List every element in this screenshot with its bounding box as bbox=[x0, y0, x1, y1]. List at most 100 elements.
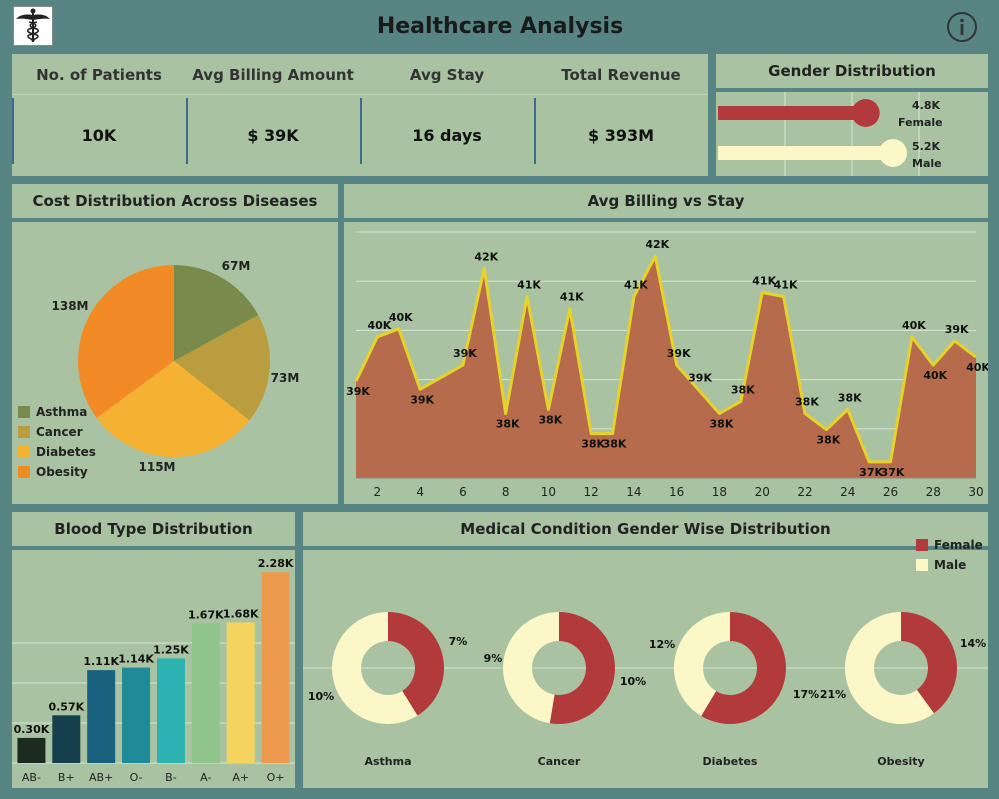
area-fill bbox=[356, 256, 976, 478]
bar-A+ bbox=[226, 622, 255, 763]
data-label: 41K bbox=[517, 279, 541, 292]
pie-label: 67M bbox=[222, 259, 251, 273]
x-tick-label: 22 bbox=[797, 485, 812, 499]
bar-O+ bbox=[261, 572, 290, 763]
x-tick-label: 28 bbox=[926, 485, 941, 499]
x-tick-label: 6 bbox=[459, 485, 467, 499]
billing-vs-stay-title: Avg Billing vs Stay bbox=[344, 184, 988, 218]
legend-label: Diabetes bbox=[36, 445, 96, 459]
kpi-label-stay: Avg Stay bbox=[409, 66, 485, 84]
legend-swatch bbox=[18, 406, 30, 418]
kpi-label-revenue: Total Revenue bbox=[561, 66, 681, 84]
male-percent-label: 9% bbox=[484, 652, 503, 665]
legend-swatch bbox=[916, 539, 928, 551]
legend-item-female: Female bbox=[916, 538, 983, 552]
bar-value-label: 1.67K bbox=[188, 608, 224, 621]
page-title: Healthcare Analysis bbox=[376, 14, 624, 39]
bar-value-label: 1.68K bbox=[223, 607, 259, 620]
male-percent-label: 10% bbox=[308, 690, 334, 703]
legend-swatch bbox=[18, 446, 30, 458]
medical-donut-charts: Asthma 7% 10% Cancer 10% 9% Diabetes 17% 12% Obes… bbox=[303, 612, 988, 768]
female-percent-label: 14% bbox=[960, 637, 986, 650]
gender-chart: 4.8K Female 5.2K Male bbox=[718, 92, 943, 176]
blood-type-panel: 0.30K AB- 0.57K B+ 1.11K AB+ 1.14K O- 1.25K B- 1.6… bbox=[12, 550, 295, 788]
data-label: 38K bbox=[496, 417, 520, 430]
female-count: 4.8K bbox=[912, 99, 940, 112]
kpi-value-billing: $ 39K bbox=[247, 126, 299, 145]
legend-item-male: Male bbox=[916, 558, 966, 572]
data-label: 39K bbox=[410, 393, 434, 406]
legend-item-obesity: Obesity bbox=[18, 465, 88, 479]
data-label: 39K bbox=[346, 385, 370, 398]
data-label: 39K bbox=[688, 371, 712, 384]
data-label: 40K bbox=[389, 311, 413, 324]
kpi-panel: No. of Patients Avg Billing Amount Avg S… bbox=[12, 54, 708, 176]
data-label: 40K bbox=[966, 361, 988, 374]
blood-type-title: Blood Type Distribution bbox=[12, 512, 295, 546]
data-label: 40K bbox=[923, 369, 947, 382]
legend-label: Obesity bbox=[36, 465, 88, 479]
legend-item-asthma: Asthma bbox=[18, 405, 87, 419]
bar-A- bbox=[191, 623, 220, 763]
data-label: 37K bbox=[881, 466, 905, 479]
male-bar bbox=[718, 146, 893, 160]
gender-distribution-panel: 4.8K Female 5.2K Male bbox=[716, 92, 988, 176]
legend-label: Male bbox=[934, 558, 967, 572]
kpi-label-patients: No. of Patients bbox=[36, 66, 162, 84]
x-tick-label: 26 bbox=[883, 485, 898, 499]
legend-item-cancer: Cancer bbox=[18, 425, 83, 439]
medical-condition-title: Medical Condition Gender Wise Distributi… bbox=[303, 512, 988, 546]
x-tick-label: 18 bbox=[712, 485, 727, 499]
medical-condition-panel: Asthma 7% 10% Cancer 10% 9% Diabetes 17% 12% Obes… bbox=[303, 538, 988, 788]
billing-area-chart: 2 4 6 8 10 12 14 16 18 20 22 24 26 28 3039K40K40K39K39… bbox=[346, 231, 990, 499]
legend-swatch bbox=[18, 426, 30, 438]
x-tick-label: 2 bbox=[374, 485, 382, 499]
info-icon bbox=[947, 12, 977, 42]
bar-category-label: A- bbox=[200, 771, 211, 784]
data-label: 38K bbox=[603, 438, 627, 451]
pie-label: 115M bbox=[139, 460, 176, 474]
x-tick-label: 4 bbox=[416, 485, 424, 499]
x-tick-label: 12 bbox=[584, 485, 599, 499]
bar-O- bbox=[122, 667, 151, 763]
cost-pie-chart: 67M 73M 115M 138M bbox=[52, 259, 300, 474]
data-label: 42K bbox=[474, 250, 498, 263]
bar-value-label: 2.28K bbox=[258, 557, 294, 570]
kpi-value-stay: 16 days bbox=[412, 126, 482, 145]
donut-category-label: Asthma bbox=[364, 755, 411, 768]
bar-value-label: 1.14K bbox=[118, 653, 154, 666]
data-label: 41K bbox=[624, 279, 648, 292]
bar-category-label: B- bbox=[165, 771, 177, 784]
bar-category-label: O+ bbox=[267, 771, 285, 784]
cost-distribution-title: Cost Distribution Across Diseases bbox=[12, 184, 338, 218]
legend-item-diabetes: Diabetes bbox=[18, 445, 96, 459]
bar-AB+ bbox=[87, 670, 116, 763]
info-button[interactable] bbox=[946, 11, 978, 43]
gender-distribution-title: Gender Distribution bbox=[716, 54, 988, 88]
female-percent-label: 17% bbox=[793, 688, 819, 701]
bar-category-label: A+ bbox=[232, 771, 249, 784]
legend-swatch bbox=[916, 559, 928, 571]
female-percent-label: 7% bbox=[449, 635, 468, 648]
male-label: Male bbox=[912, 157, 942, 170]
kpi-label-billing: Avg Billing Amount bbox=[192, 66, 354, 84]
data-label: 38K bbox=[731, 383, 755, 396]
data-label: 42K bbox=[645, 238, 669, 251]
donut-category-label: Diabetes bbox=[703, 755, 758, 768]
cost-distribution-panel: 67M 73M 115M 138M Asthma Cancer Diabetes Ob… bbox=[12, 222, 338, 504]
bar-value-label: 1.25K bbox=[153, 643, 189, 656]
blood-bar-chart: 0.30K AB- 0.57K B+ 1.11K AB+ 1.14K O- 1.25K B- 1.6… bbox=[12, 557, 295, 784]
legend-label: Female bbox=[934, 538, 983, 552]
bar-category-label: O- bbox=[130, 771, 143, 784]
data-label: 38K bbox=[710, 417, 734, 430]
bar-AB- bbox=[17, 737, 46, 763]
female-percent-label: 10% bbox=[620, 675, 646, 688]
x-tick-label: 30 bbox=[968, 485, 983, 499]
x-tick-label: 10 bbox=[541, 485, 556, 499]
data-label: 39K bbox=[453, 347, 477, 360]
kpi-divider bbox=[12, 94, 708, 95]
bar-category-label: B+ bbox=[58, 771, 75, 784]
female-bar bbox=[718, 106, 866, 120]
data-label: 38K bbox=[538, 413, 562, 426]
data-label: 38K bbox=[838, 391, 862, 404]
